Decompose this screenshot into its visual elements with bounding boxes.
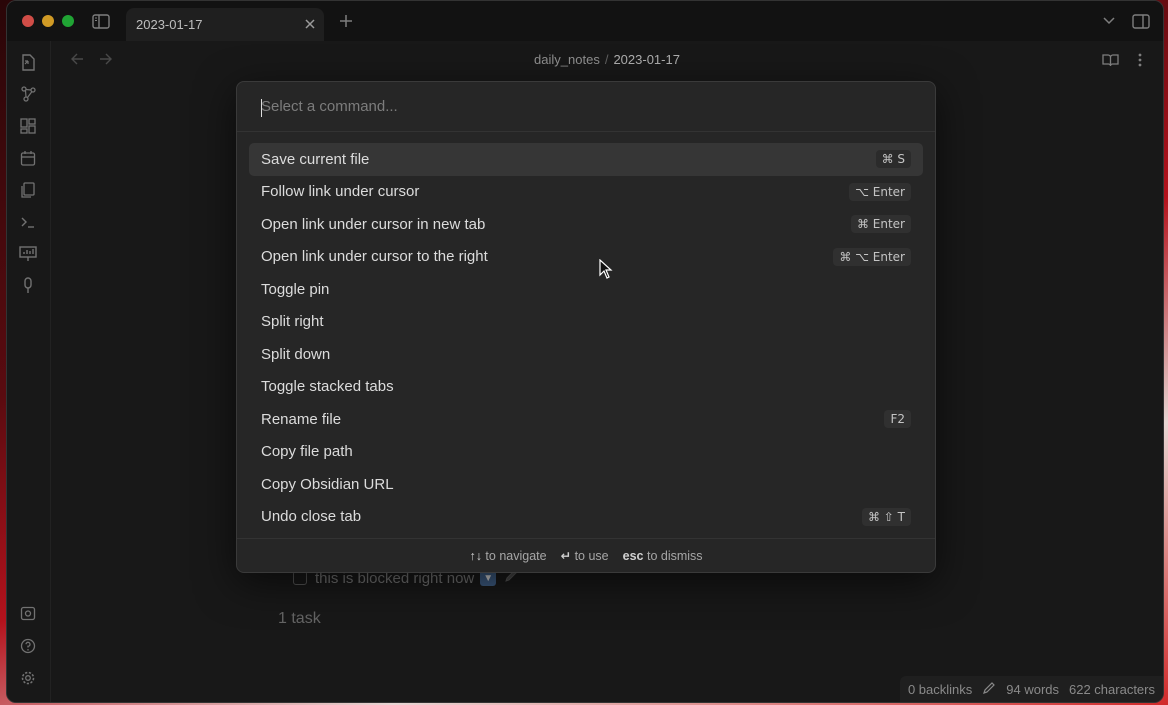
palette-instructions: ↑↓ to navigate ↵ to use esc to dismiss [237,538,935,572]
use-label: to use [574,549,609,563]
command-item[interactable]: Copy Obsidian URL [249,468,923,501]
dismiss-key: esc [622,548,644,563]
command-label: Undo close tab [261,508,362,526]
navigate-label: to navigate [485,548,547,563]
command-item[interactable]: Follow link under cursor ⌥ Enter [249,176,923,209]
command-item[interactable]: Undo close tab ⌘ ⇧ T [249,501,923,534]
command-item[interactable]: Save current file ⌘ S [249,143,923,176]
obsidian-window: 2023-01-17 daily_notes / 2023-01-17 this… [6,0,1164,703]
command-label: Toggle pin [261,280,330,298]
navigate-key: ↑↓ [469,548,482,563]
command-hotkey: ⌘ S [875,150,911,169]
command-item[interactable]: Open link under cursor to the right ⌘ ⌥ … [249,241,923,274]
command-label: Copy Obsidian URL [261,475,394,493]
use-key: ↵ [560,549,572,563]
dismiss-label: to dismiss [646,548,703,563]
command-item[interactable]: Rename file F2 [249,403,923,436]
command-item[interactable]: Toggle pin [249,273,923,306]
command-hotkey: ⌘ ⇧ T [861,507,911,526]
command-hotkey: F2 [884,410,911,429]
navigate-hint: ↑↓ to navigate [469,549,546,563]
command-list: Save current file ⌘ S Follow link under … [249,143,923,533]
command-item[interactable]: Split down [249,338,923,371]
text-caret [261,99,262,117]
command-search-input[interactable] [237,82,935,132]
command-hotkey: ⌘ Enter [850,215,911,234]
command-label: Split down [261,345,331,363]
command-label: Copy file path [261,443,353,461]
command-label: Follow link under cursor [261,183,420,201]
command-label: Toggle stacked tabs [261,378,394,396]
mouse-pointer-icon [599,258,613,284]
command-hotkey: ⌘ ⌥ Enter [833,247,911,266]
command-palette: Save current file ⌘ S Follow link under … [236,81,936,573]
command-label: Open link under cursor to the right [261,248,488,266]
command-hotkey: ⌥ Enter [849,182,911,201]
command-item[interactable]: Split right [249,306,923,339]
command-label: Split right [261,313,324,331]
use-hint: ↵ to use [561,548,609,563]
command-item[interactable]: Copy file path [249,436,923,469]
dismiss-hint: esc to dismiss [623,549,703,563]
command-item[interactable]: Open link under cursor in new tab ⌘ Ente… [249,208,923,241]
command-label: Rename file [261,410,342,428]
command-label: Open link under cursor in new tab [261,215,486,233]
command-item[interactable]: Toggle stacked tabs [249,371,923,404]
command-label: Save current file [261,150,370,168]
